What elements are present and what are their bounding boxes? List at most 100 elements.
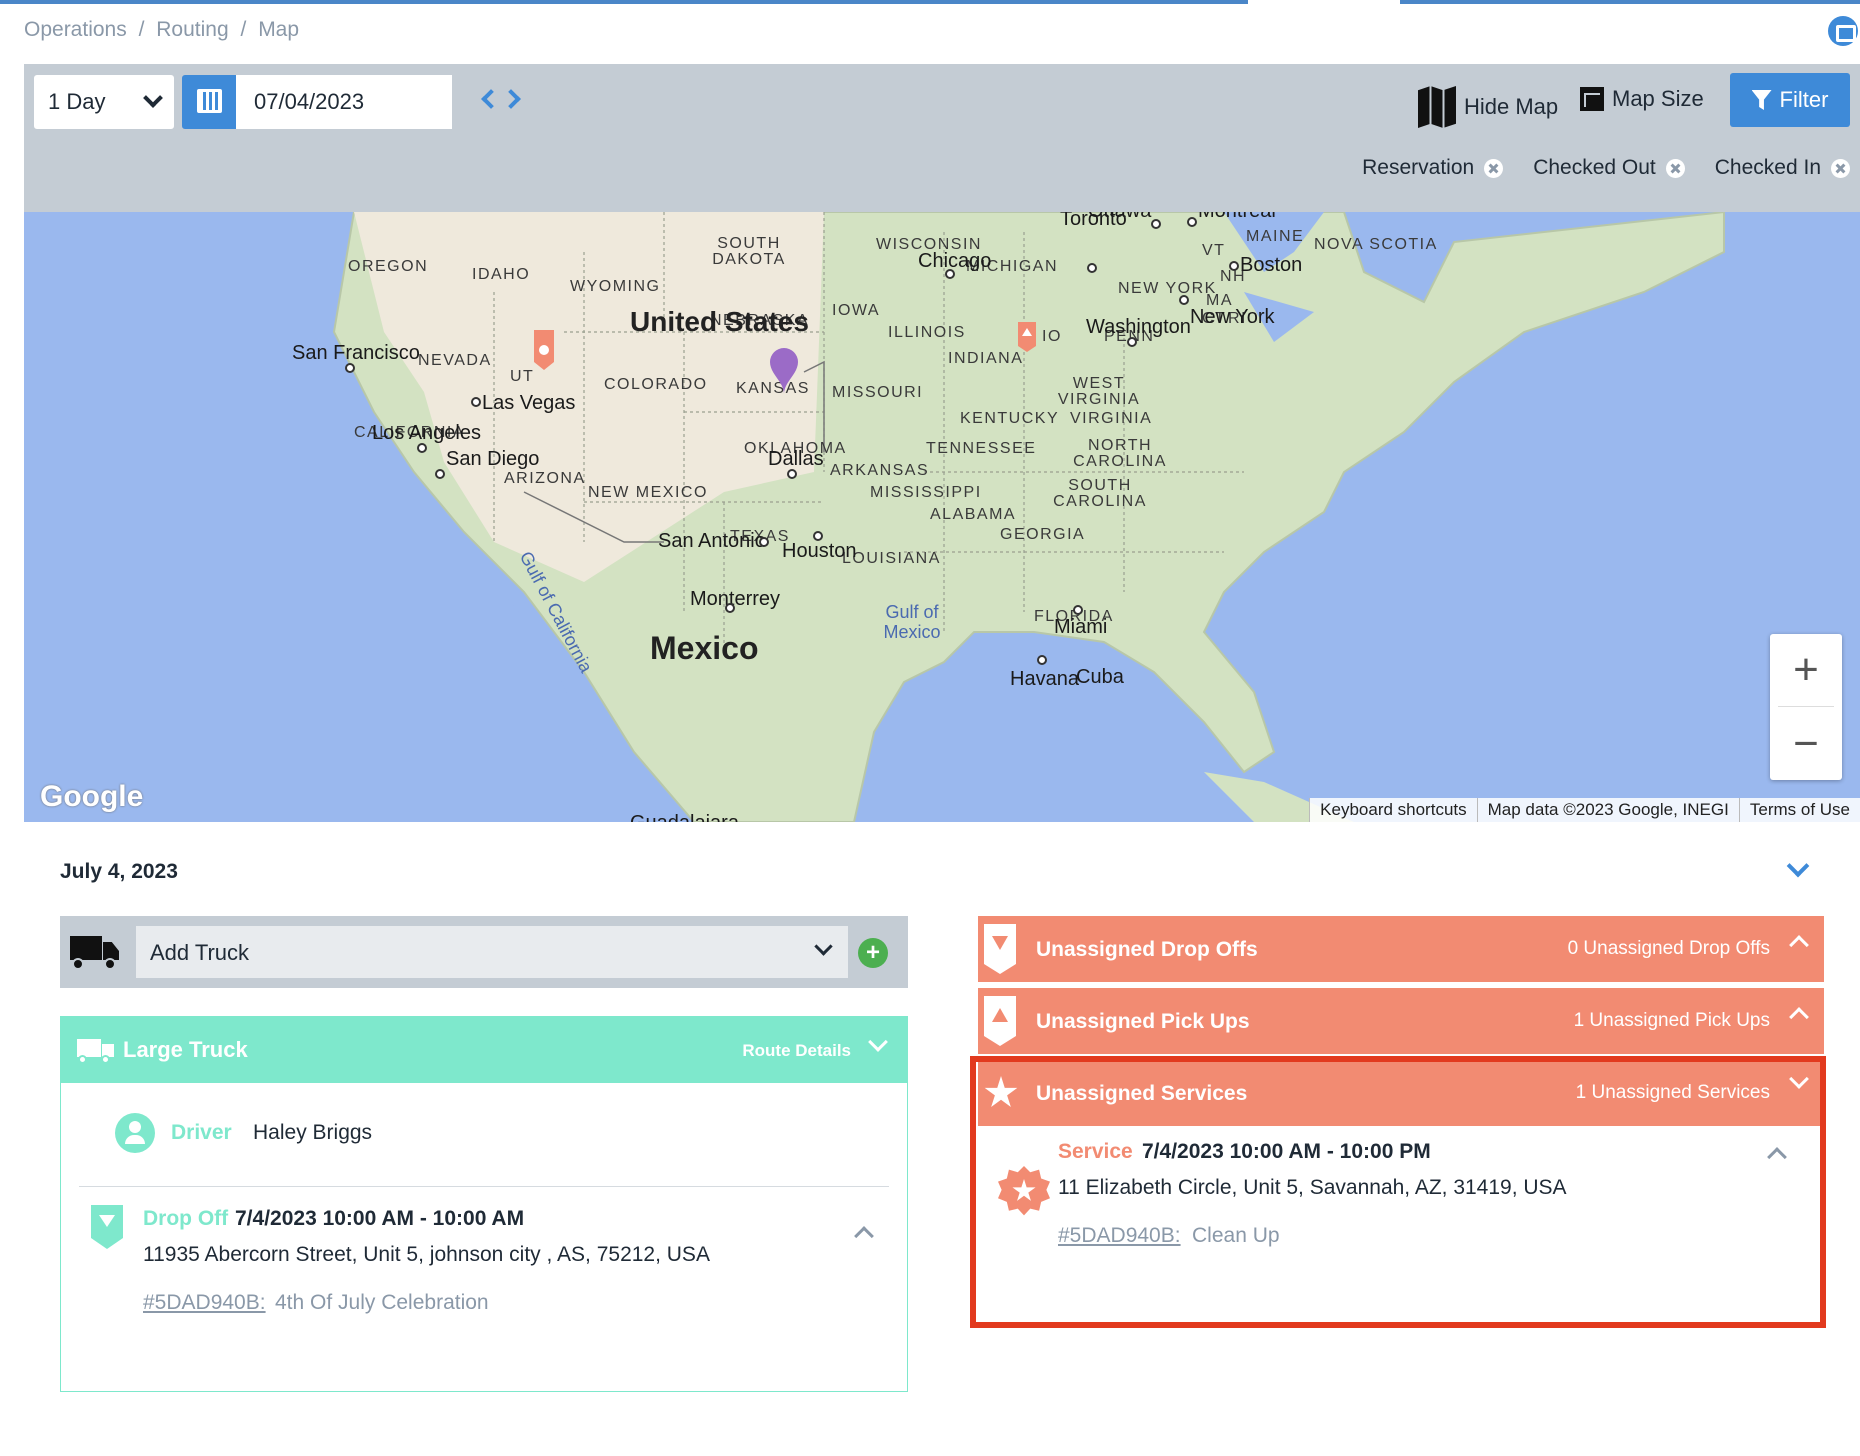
map-country-label: Mexico [650, 630, 759, 666]
range-select-value: 1 Day [48, 89, 106, 114]
truck-icon [77, 1037, 115, 1065]
chevron-down-icon[interactable] [1789, 1069, 1809, 1089]
map-state-label: IDAHO [472, 266, 531, 283]
route-card: Large Truck Route Details Driver Haley B… [60, 1016, 908, 1392]
filter-chip-label: Checked In [1714, 156, 1821, 179]
breadcrumb-item-routing[interactable]: Routing [156, 18, 228, 41]
zoom-in-button[interactable]: + [1770, 634, 1842, 706]
map-state-label: WEST VIRGINIA [1057, 375, 1141, 408]
map-state-label: TENNESSEE [926, 440, 1037, 457]
zoom-controls: + − [1770, 634, 1842, 780]
map-view[interactable]: OREGON IDAHO WYOMING SOUTH DAKOTA NEBRAS… [24, 212, 1860, 822]
chevron-right-icon[interactable] [501, 89, 521, 109]
drop-off-icon [984, 924, 1016, 974]
breadcrumb-separator: / [240, 18, 247, 41]
map-water-label: Gulf of Mexico [883, 602, 941, 642]
map-state-label: NORTH CAROLINA [1073, 437, 1167, 470]
reservation-name: Clean Up [1192, 1224, 1280, 1247]
terms-of-use-link[interactable]: Terms of Use [1738, 798, 1860, 822]
reservation-link[interactable]: #5DAD940B: [1058, 1224, 1181, 1248]
stop-time: 7/4/2023 10:00 AM - 10:00 AM [235, 1207, 525, 1230]
map-data-attribution: Map data ©2023 Google, INEGI [1476, 798, 1739, 822]
user-icon [115, 1113, 155, 1153]
service-time: 7/4/2023 10:00 AM - 10:00 PM [1142, 1140, 1431, 1163]
close-icon[interactable] [1831, 158, 1850, 178]
filter-chips: Reservation Checked Out Checked In [1362, 156, 1850, 180]
chevron-down-icon[interactable] [868, 1032, 888, 1052]
pick-up-icon [984, 996, 1016, 1046]
breadcrumb-separator: / [138, 18, 145, 41]
driver-row: Driver Haley Briggs [79, 1103, 889, 1187]
chevron-up-icon[interactable] [1789, 1007, 1809, 1027]
map-state-label: KENTUCKY [960, 410, 1060, 427]
map-size-label: Map Size [1612, 86, 1704, 111]
chevron-up-icon[interactable] [854, 1226, 874, 1246]
map-state-label: ILLINOIS [888, 324, 966, 341]
unassigned-pick-ups-header[interactable]: Unassigned Pick Ups 1 Unassigned Pick Up… [978, 988, 1824, 1054]
print-icon[interactable] [1828, 16, 1858, 46]
star-icon [984, 1076, 1018, 1107]
map-city-label: Monterrey [690, 588, 781, 610]
reservation-name: 4th Of July Celebration [275, 1291, 489, 1314]
top-progress-line [0, 0, 1860, 4]
calendar-icon [197, 89, 222, 113]
date-input[interactable] [236, 75, 452, 129]
breadcrumb-item-operations[interactable]: Operations [24, 18, 127, 41]
window-icon [1580, 87, 1604, 111]
map-state-label: VIRGINIA [1070, 410, 1153, 427]
range-select[interactable]: 1 Day [34, 75, 174, 129]
close-icon[interactable] [1484, 158, 1504, 178]
day-title: July 4, 2023 [60, 860, 178, 883]
map-state-label: NEW YORK [1118, 280, 1217, 297]
calendar-button[interactable] [182, 75, 236, 129]
hide-map-button[interactable]: Hide Map [1418, 86, 1558, 128]
map-state-label: MISSOURI [832, 384, 924, 401]
map-city-label: Montreal [1198, 212, 1276, 223]
map-state-label: NEW MEXICO [588, 484, 708, 501]
chevron-down-icon[interactable] [1786, 854, 1810, 878]
zoom-out-button[interactable]: − [1770, 708, 1842, 780]
map-state-label: IO [1042, 328, 1062, 345]
keyboard-shortcuts-link[interactable]: Keyboard shortcuts [1309, 798, 1476, 822]
map-city-label: San Francisco [292, 342, 420, 364]
map-footer: Keyboard shortcuts Map data ©2023 Google… [1309, 798, 1860, 822]
chevron-up-icon[interactable] [1789, 935, 1809, 955]
driver-name: Haley Briggs [253, 1121, 373, 1144]
map-state-label: LOUISIANA [842, 550, 941, 567]
unassigned-drop-offs-title: Unassigned Drop Offs [1036, 938, 1258, 961]
filter-chip-checked-out: Checked Out [1533, 156, 1685, 180]
map-state-label: SOUTH CAROLINA [1053, 477, 1147, 510]
map-city-label: Washington [1086, 316, 1191, 338]
unassigned-services-title: Unassigned Services [1036, 1082, 1248, 1105]
unassigned-drop-offs-header[interactable]: Unassigned Drop Offs 0 Unassigned Drop O… [978, 916, 1824, 982]
toolbar: 1 Day Hide Map Map Size Filter Reservati… [24, 64, 1860, 212]
unassigned-pick-ups-title: Unassigned Pick Ups [1036, 1010, 1250, 1033]
map-city-label: Los Angeles [372, 422, 481, 444]
unassigned-services-header[interactable]: Unassigned Services 1 Unassigned Service… [978, 1060, 1824, 1126]
breadcrumb: Operations / Routing / Map [24, 18, 305, 42]
add-truck-button[interactable]: + [858, 938, 888, 968]
map-size-button[interactable]: Map Size [1580, 86, 1704, 112]
breadcrumb-item-map: Map [258, 18, 300, 41]
service-address: 11 Elizabeth Circle, Unit 5, Savannah, A… [1058, 1176, 1567, 1199]
map-city-label: Cuba [1076, 666, 1124, 688]
reservation-link[interactable]: #5DAD940B: [143, 1291, 266, 1315]
map-city-label: Miami [1054, 616, 1108, 638]
add-truck-select[interactable]: Add Truck [136, 926, 848, 978]
chevron-left-icon[interactable] [481, 89, 501, 109]
route-details-link[interactable]: Route Details [742, 1041, 851, 1061]
map-state-label: IOWA [832, 302, 881, 319]
chevron-up-icon[interactable] [1767, 1147, 1787, 1167]
filter-button[interactable]: Filter [1730, 73, 1850, 127]
filter-chip-checked-in: Checked In [1715, 156, 1850, 180]
unassigned-services-count: 1 Unassigned Services [1575, 1082, 1770, 1103]
unassigned-service-item[interactable]: Service 7/4/2023 10:00 AM - 10:00 PM 11 … [978, 1126, 1824, 1322]
route-header[interactable]: Large Truck Route Details [61, 1017, 907, 1083]
map-state-label: GEORGIA [1000, 526, 1086, 543]
map-state-label: ARKANSAS [830, 462, 930, 479]
add-truck-bar: Add Truck + [60, 916, 908, 988]
filter-label: Filter [1779, 87, 1829, 112]
close-icon[interactable] [1665, 158, 1685, 178]
map-state-label: KANSAS [736, 380, 810, 397]
map-state-label: OREGON [348, 258, 429, 275]
